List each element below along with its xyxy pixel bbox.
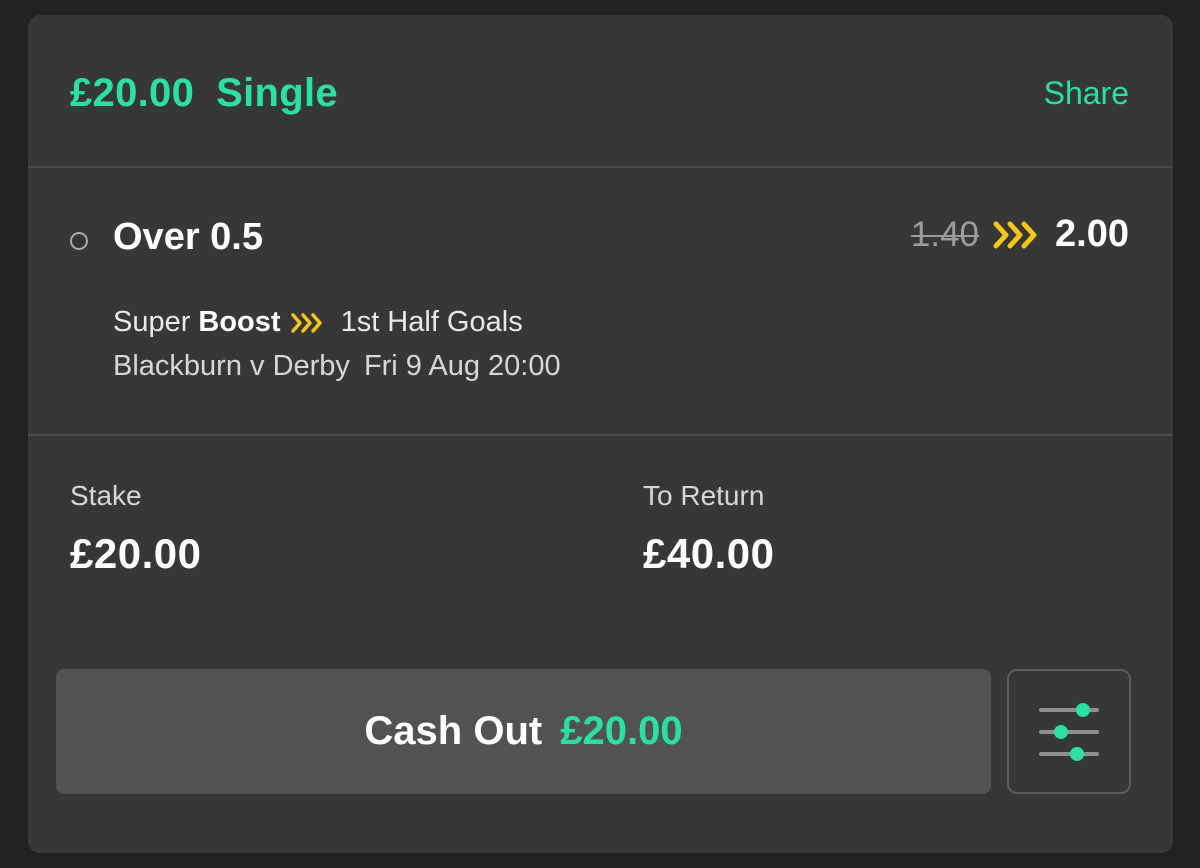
bet-header: £20.00 Single Share [28, 15, 1173, 167]
cash-out-settings-button[interactable] [1007, 669, 1131, 794]
stake-label: Stake [70, 480, 142, 511]
return-block: To Return £40.00 [643, 480, 774, 578]
sliders-icon [1039, 702, 1099, 761]
radio-circle-icon [70, 232, 88, 250]
original-odds: 1.40 [910, 214, 980, 254]
bet-amount: £20.00 [70, 71, 195, 115]
return-label: To Return [643, 480, 765, 511]
selection-name: Over 0.5 [113, 216, 263, 258]
divider [28, 434, 1173, 436]
odds-group: 1.40 2.00 [911, 213, 1129, 256]
boost-chevron-icon [290, 312, 322, 333]
market-name: 1st Half Goals [340, 306, 523, 338]
boost-prefix: Super [113, 306, 191, 338]
selection-row: Over 0.5 1.40 2.00 Super Boost 1st Half … [28, 168, 1173, 434]
event-line: Blackburn v Derby Fri 9 Aug 20:00 [113, 350, 561, 383]
stake-block: Stake £20.00 [70, 480, 201, 578]
boost-chevron-icon [993, 221, 1037, 248]
share-button[interactable]: Share [1044, 75, 1129, 112]
cash-out-label: Cash Out [364, 709, 543, 753]
cash-out-amount: £20.00 [560, 709, 683, 753]
cash-out-button[interactable]: Cash Out £20.00 [56, 669, 991, 794]
return-value: £40.00 [643, 530, 775, 577]
market-line: Super Boost 1st Half Goals [113, 306, 523, 339]
event-datetime: Fri 9 Aug 20:00 [363, 350, 561, 382]
bet-title: £20.00 Single [70, 71, 338, 116]
boosted-odds: 2.00 [1055, 213, 1129, 255]
bet-card: £20.00 Single Share Over 0.5 1.40 2.00 Su… [28, 15, 1173, 853]
boost-word: Boost [198, 306, 281, 338]
stake-value: £20.00 [70, 530, 202, 577]
bet-type: Single [216, 71, 338, 115]
event-name: Blackburn v Derby [113, 350, 350, 382]
